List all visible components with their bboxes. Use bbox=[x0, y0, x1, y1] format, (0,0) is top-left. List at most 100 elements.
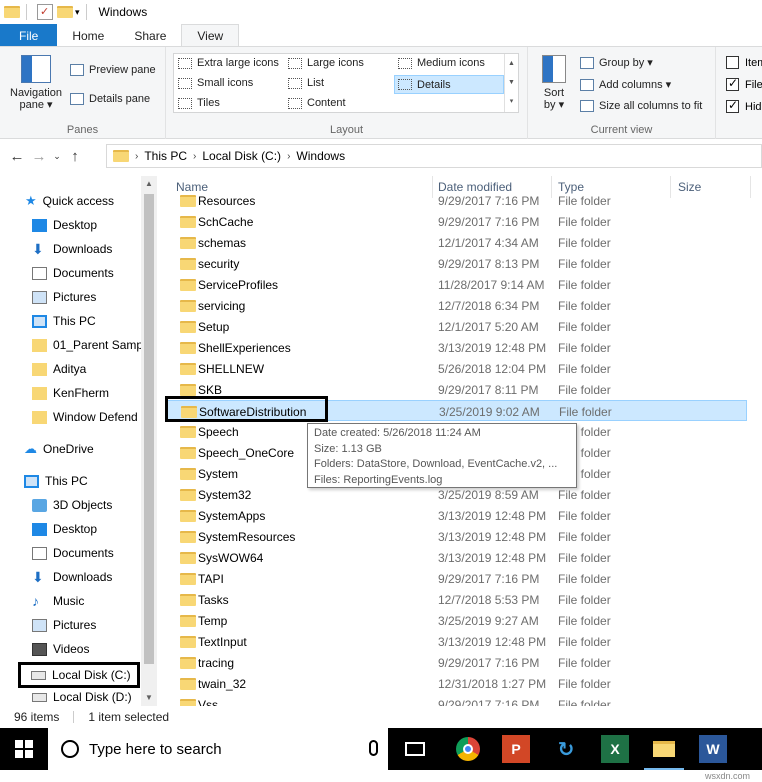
file-extensions-toggle[interactable]: File bbox=[726, 76, 762, 91]
customize-quick-access-icon[interactable]: ▾ bbox=[75, 7, 80, 18]
nav-item-music[interactable]: ♪ Music bbox=[32, 590, 157, 612]
layout-medium-icons[interactable]: Medium icons bbox=[398, 57, 485, 69]
nav-item-pictures[interactable]: Pictures📌 bbox=[32, 286, 157, 308]
task-view-icon[interactable] bbox=[401, 735, 429, 763]
table-row[interactable]: Tasks 12/7/2018 5:53 PM File folder bbox=[165, 589, 747, 610]
preview-pane-button[interactable]: Preview pane bbox=[70, 64, 156, 76]
scroll-up-icon[interactable]: ▲ bbox=[141, 176, 157, 192]
nav-item-this-pc-pinned[interactable]: This PC📌 bbox=[32, 310, 157, 332]
chevron-right-icon[interactable]: › bbox=[193, 151, 196, 162]
checkbox[interactable] bbox=[726, 56, 739, 69]
nav-item-local-disk-c[interactable]: Local Disk (C:) bbox=[18, 662, 140, 688]
windows-start-icon[interactable] bbox=[15, 740, 33, 758]
panes-group: Navigation pane ▾ Preview pane Details p… bbox=[0, 47, 166, 139]
nav-item-videos[interactable]: Videos bbox=[32, 638, 157, 660]
table-row[interactable]: SysWOW64 3/13/2019 12:48 PM File folder bbox=[165, 547, 747, 568]
nav-this-pc[interactable]: This PC bbox=[24, 470, 157, 492]
navigation-pane-button[interactable]: Navigation pane ▾ bbox=[6, 55, 66, 111]
excel-icon[interactable]: X bbox=[601, 735, 629, 763]
window-title: Windows bbox=[98, 5, 148, 19]
nav-item-folder[interactable]: Window Defend bbox=[32, 406, 157, 428]
item-check-boxes-toggle[interactable]: Item bbox=[726, 56, 762, 69]
powerpoint-icon[interactable]: P bbox=[502, 735, 530, 763]
nav-item-local-disk-d[interactable]: Local Disk (D:) bbox=[32, 686, 157, 706]
navigation-pane-scrollbar[interactable]: ▲ ▼ bbox=[141, 176, 157, 706]
checkbox[interactable] bbox=[726, 76, 739, 91]
nav-item-documents[interactable]: Documents📌 bbox=[32, 262, 157, 284]
scroll-down-icon[interactable]: ▼ bbox=[141, 690, 157, 706]
table-row[interactable]: Resources 9/29/2017 7:16 PM File folder bbox=[165, 190, 747, 211]
layout-tiles[interactable]: Tiles bbox=[178, 97, 220, 109]
table-row[interactable]: SystemApps 3/13/2019 12:48 PM File folder bbox=[165, 505, 747, 526]
table-row[interactable]: schemas 12/1/2017 4:34 AM File folder bbox=[165, 232, 747, 253]
chrome-icon[interactable] bbox=[454, 735, 482, 763]
table-row[interactable]: ServiceProfiles 11/28/2017 9:14 AM File fo… bbox=[165, 274, 747, 295]
size-all-columns-button[interactable]: Size all columns to fit bbox=[580, 100, 702, 112]
nav-item-downloads[interactable]: ⬇Downloads📌 bbox=[32, 238, 157, 260]
layout-content[interactable]: Content bbox=[288, 97, 346, 109]
details-pane-button[interactable]: Details pane bbox=[70, 93, 150, 105]
table-row[interactable]: ShellExperiences 3/13/2019 12:48 PM File f… bbox=[165, 337, 747, 358]
file-explorer-icon[interactable] bbox=[650, 735, 678, 763]
word-icon[interactable]: W bbox=[699, 735, 727, 763]
up-arrow-icon[interactable]: ↑ bbox=[64, 148, 86, 165]
layout-details[interactable]: Details bbox=[394, 75, 504, 94]
nav-item-folder[interactable]: KenFherm bbox=[32, 382, 157, 404]
nav-item-downloads[interactable]: ⬇ Downloads bbox=[32, 566, 157, 588]
sort-by-button[interactable]: Sort by ▾ bbox=[534, 55, 574, 111]
new-folder-icon[interactable] bbox=[57, 4, 73, 20]
table-row[interactable]: Setup 12/1/2017 5:20 AM File folder bbox=[165, 316, 747, 337]
nav-item-desktop[interactable]: Desktop bbox=[32, 518, 157, 540]
nav-item-3d-objects[interactable]: 3D Objects bbox=[32, 494, 157, 516]
table-row[interactable]: security 9/29/2017 8:13 PM File folder bbox=[165, 253, 747, 274]
layout-large-icons[interactable]: Large icons bbox=[288, 57, 364, 69]
add-columns-button[interactable]: Add columns ▾ bbox=[580, 78, 671, 91]
scrollbar-thumb[interactable] bbox=[144, 194, 154, 664]
nav-item-folder[interactable]: Aditya bbox=[32, 358, 157, 380]
nav-item-pictures[interactable]: Pictures bbox=[32, 614, 157, 636]
layout-small-icons[interactable]: Small icons bbox=[178, 77, 253, 89]
breadcrumb-this-pc[interactable]: This PC bbox=[144, 149, 187, 163]
back-arrow-icon[interactable]: ← bbox=[6, 148, 28, 165]
tab-view[interactable]: View bbox=[181, 24, 240, 47]
taskbar-search-box[interactable]: Type here to search bbox=[48, 728, 388, 770]
forward-arrow-icon[interactable]: → bbox=[28, 148, 50, 165]
table-row[interactable]: SchCache 9/29/2017 7:16 PM File folder bbox=[165, 211, 747, 232]
folder-icon[interactable] bbox=[4, 4, 20, 20]
tab-file[interactable]: File bbox=[0, 24, 58, 47]
nav-label: This PC bbox=[45, 474, 88, 488]
chevron-right-icon[interactable]: › bbox=[287, 151, 290, 162]
address-bar[interactable]: › This PC › Local Disk (C:) › Windows bbox=[106, 144, 762, 168]
tab-share[interactable]: Share bbox=[119, 24, 181, 47]
layout-list[interactable]: List bbox=[288, 77, 324, 89]
tab-home[interactable]: Home bbox=[57, 24, 119, 47]
properties-icon[interactable]: ✓ bbox=[37, 4, 53, 20]
nav-quick-access[interactable]: ★ Quick access bbox=[25, 190, 157, 212]
table-row[interactable]: servicing 12/7/2018 6:34 PM File folder bbox=[165, 295, 747, 316]
microphone-icon[interactable] bbox=[369, 740, 378, 756]
recent-locations-icon[interactable]: ⌄ bbox=[50, 151, 64, 162]
table-row[interactable]: SystemResources 3/13/2019 12:48 PM File fo… bbox=[165, 526, 747, 547]
table-row[interactable]: TAPI 9/29/2017 7:16 PM File folder bbox=[165, 568, 747, 589]
chevron-right-icon[interactable]: › bbox=[135, 151, 138, 162]
nav-item-folder[interactable]: 01_Parent Sampl bbox=[32, 334, 157, 356]
layout-gallery-scroll[interactable]: ▲ ▼ ▾ bbox=[504, 54, 518, 112]
table-row[interactable]: Temp 3/25/2019 9:27 AM File folder bbox=[165, 610, 747, 631]
table-row[interactable]: tracing 9/29/2017 7:16 PM File folder bbox=[165, 652, 747, 673]
breadcrumb-local-disk[interactable]: Local Disk (C:) bbox=[202, 149, 281, 163]
cortana-icon[interactable] bbox=[61, 740, 79, 758]
hidden-items-toggle[interactable]: Hid bbox=[726, 98, 762, 113]
table-row[interactable]: twain_32 12/31/2018 1:27 PM File folder bbox=[165, 673, 747, 694]
breadcrumb-windows[interactable]: Windows bbox=[296, 149, 345, 163]
column-divider[interactable] bbox=[750, 176, 751, 198]
refresh-app-icon[interactable]: ↻ bbox=[552, 735, 580, 763]
nav-item-documents[interactable]: Documents bbox=[32, 542, 157, 564]
nav-onedrive[interactable]: ☁ OneDrive bbox=[24, 438, 157, 460]
layout-extra-large-icons[interactable]: Extra large icons bbox=[178, 57, 279, 69]
checkbox[interactable] bbox=[726, 98, 739, 113]
nav-item-desktop[interactable]: Desktop📌 bbox=[32, 214, 157, 236]
table-row[interactable]: SHELLNEW 5/26/2018 12:04 PM File folder bbox=[165, 358, 747, 379]
group-by-button[interactable]: Group by ▾ bbox=[580, 56, 653, 69]
table-row[interactable]: Vss 9/29/2017 7:16 PM File folder bbox=[165, 694, 747, 706]
table-row[interactable]: TextInput 3/13/2019 12:48 PM File folder bbox=[165, 631, 747, 652]
